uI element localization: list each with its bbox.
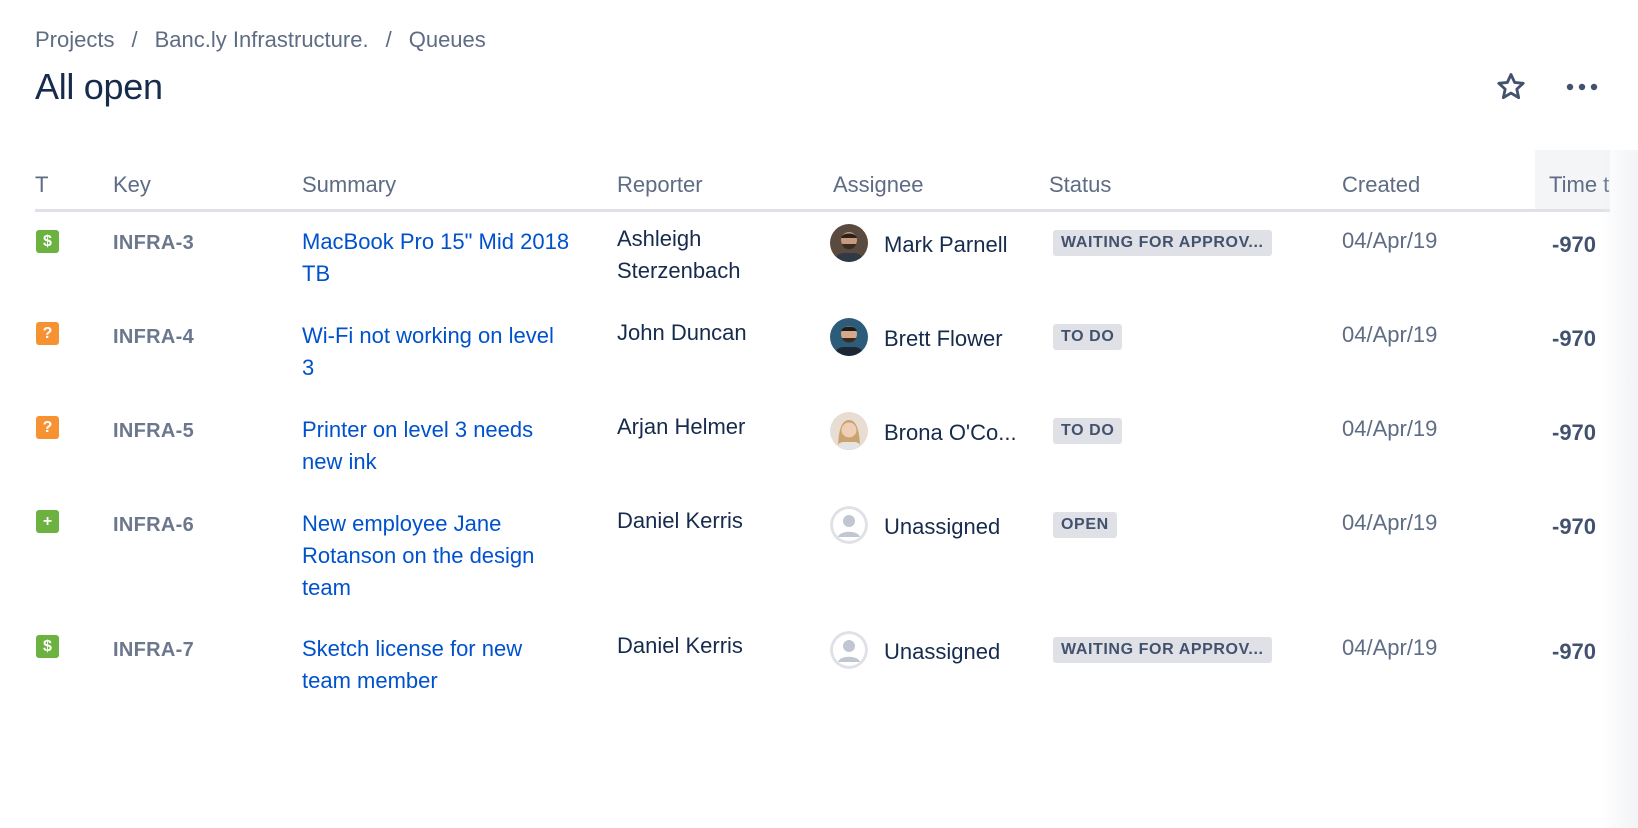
issue-key[interactable]: INFRA-5 [113,420,194,443]
column-header-assignee[interactable]: Assignee [833,172,924,198]
time-to-resolution: -970 [1552,420,1597,445]
status-badge: OPEN [1053,512,1117,538]
created-date: 04/Apr/19 [1342,322,1438,347]
unassigned-avatar-icon [830,506,868,544]
assignee-name: Mark Parnell [884,232,1008,257]
status-badge: WAITING FOR APPROV... [1053,230,1272,256]
more-actions-button[interactable] [1562,70,1602,104]
queue-table: T Key Summary Reporter Assignee Status C… [35,150,1610,828]
more-horizontal-icon [1566,83,1598,91]
column-header-time[interactable]: Time t [1535,150,1610,209]
created-date: 04/Apr/19 [1342,635,1438,660]
issue-summary[interactable]: Sketch license for new team member [302,633,572,697]
status-badge: TO DO [1053,324,1123,350]
question-icon: ? [36,416,59,439]
assignee-name: Brett Flower [884,326,1003,351]
assignee-name: Unassigned [884,639,1001,664]
reporter-name: Daniel Kerris [617,633,743,658]
column-header-reporter[interactable]: Reporter [617,172,703,198]
reporter-name: Arjan Helmer [617,414,746,439]
horizontal-scroll-fade [1600,150,1638,828]
star-button[interactable] [1494,70,1528,104]
issue-key[interactable]: INFRA-3 [113,232,194,255]
column-header-type[interactable]: T [35,172,48,198]
breadcrumb-project[interactable]: Banc.ly Infrastructure. [155,27,369,53]
issue-key[interactable]: INFRA-7 [113,639,194,662]
dollar-icon: $ [36,635,59,658]
issue-summary[interactable]: Wi-Fi not working on level 3 [302,320,572,384]
issue-key[interactable]: INFRA-6 [113,514,194,537]
star-outline-icon [1497,73,1525,100]
time-to-resolution: -970 [1552,514,1597,539]
table-header: T Key Summary Reporter Assignee Status C… [35,150,1610,212]
time-to-resolution: -970 [1552,639,1597,664]
column-header-key[interactable]: Key [113,172,151,198]
dollar-icon: $ [36,230,59,253]
created-date: 04/Apr/19 [1342,416,1438,441]
breadcrumb: Projects / Banc.ly Infrastructure. / Que… [35,27,486,53]
breadcrumb-queues[interactable]: Queues [409,27,486,53]
time-to-resolution: -970 [1552,232,1597,257]
unassigned-avatar-icon [830,631,868,669]
status-badge: TO DO [1053,418,1123,444]
reporter-name: Daniel Kerris [617,508,743,533]
column-header-summary[interactable]: Summary [302,172,396,198]
issue-summary[interactable]: MacBook Pro 15" Mid 2018 TB [302,226,572,290]
issue-summary[interactable]: Printer on level 3 needs new ink [302,414,572,478]
question-icon: ? [36,322,59,345]
page-title: All open [35,66,163,107]
avatar [830,318,868,356]
created-date: 04/Apr/19 [1342,228,1438,253]
reporter-name: Ashleigh Sterzenbach [617,226,741,283]
issue-key[interactable]: INFRA-4 [113,326,194,349]
breadcrumb-projects[interactable]: Projects [35,27,114,53]
assignee-name: Brona O'Co... [884,420,1017,445]
reporter-name: John Duncan [617,320,747,345]
column-header-created[interactable]: Created [1342,172,1420,198]
breadcrumb-separator: / [131,27,138,52]
status-badge: WAITING FOR APPROV... [1053,637,1272,663]
time-to-resolution: -970 [1552,326,1597,351]
issue-summary[interactable]: New employee Jane Rotanson on the design… [302,508,572,604]
plus-icon: + [36,510,59,533]
assignee-name: Unassigned [884,514,1001,539]
avatar [830,224,868,262]
created-date: 04/Apr/19 [1342,510,1438,535]
breadcrumb-separator: / [385,27,392,52]
avatar [830,412,868,450]
column-header-status[interactable]: Status [1049,172,1111,198]
